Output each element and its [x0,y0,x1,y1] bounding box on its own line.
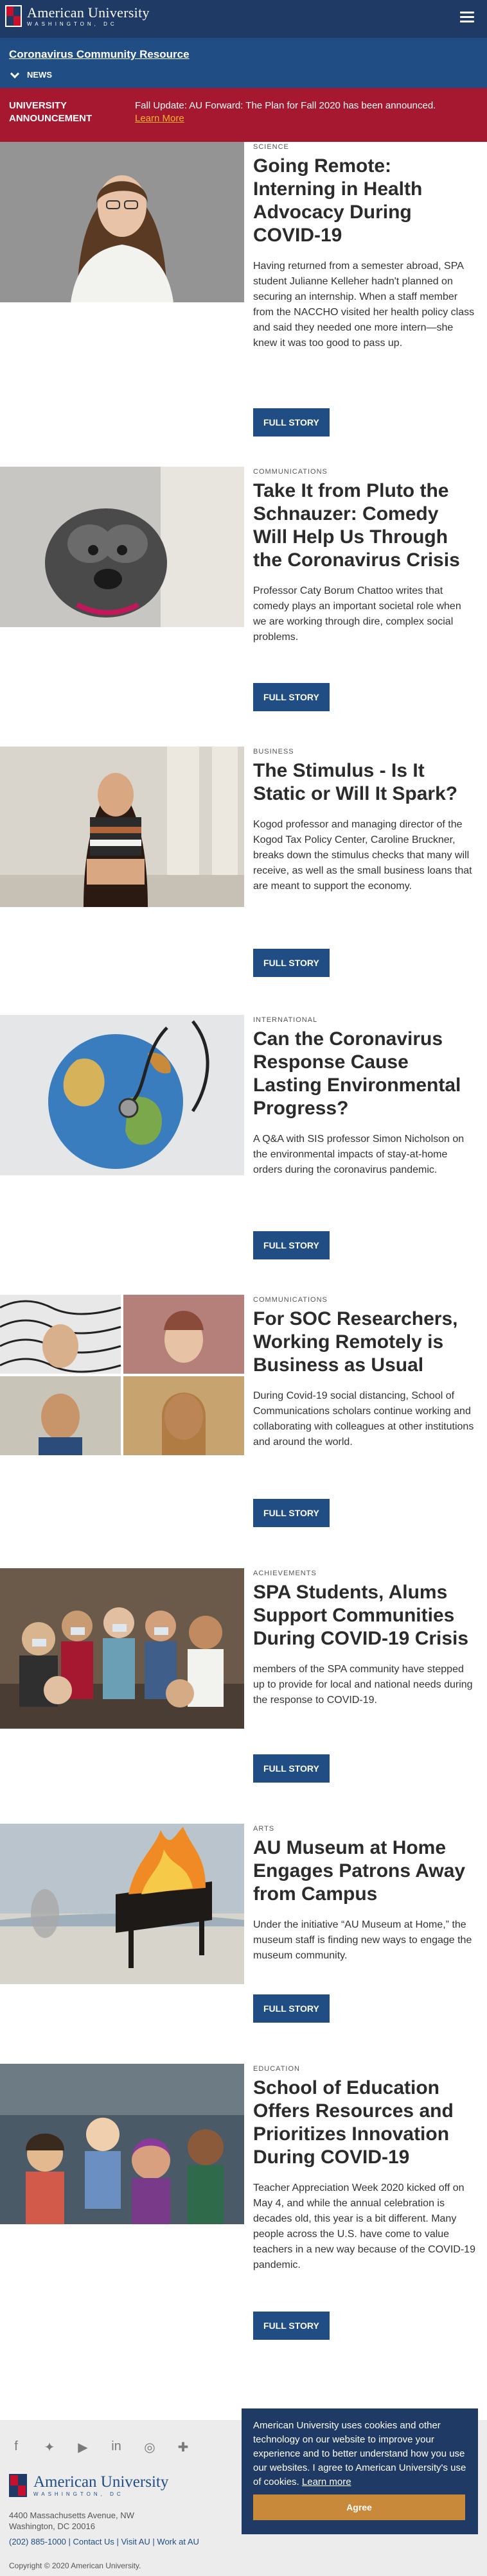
story-kicker: INTERNATIONAL [253,1016,318,1024]
story-image[interactable] [0,142,244,302]
agree-button[interactable]: Agree [253,2494,465,2520]
footer-address: 4400 Massachusetts Avenue, NW Washington… [9,2510,134,2532]
twitter-icon[interactable]: ✦ [42,2439,57,2455]
full-story-button[interactable]: FULL STORY [253,1754,330,1783]
announcement-label: University Announcement [9,100,93,124]
story-card: COMMUNICATIONS Take It from Pluto the Sc… [0,467,487,747]
full-story-button[interactable]: FULL STORY [253,2312,330,2340]
story-kicker: BUSINESS [253,748,294,756]
story-card: SCIENCE Going Remote: Interning in Healt… [0,142,487,467]
coronavirus-resource-link[interactable]: Coronavirus Community Resource [9,48,478,61]
social-links: f ✦ ▶ in ◎ ✚ [9,2439,209,2455]
story-summary: Professor Caty Borum Chattoo writes that… [253,585,461,643]
site-header: American University WASHINGTON, DC [0,0,487,38]
cookie-banner: American University uses cookies and oth… [242,2408,478,2534]
story-image[interactable] [0,1015,244,1175]
story-card: COMMUNICATIONS For SOC Researchers, Work… [0,1295,487,1568]
full-story-button[interactable]: FULL STORY [253,949,330,977]
cookie-text: American University uses cookies and oth… [253,2420,466,2487]
full-story-button[interactable]: FULL STORY [253,408,330,437]
address-line-2: Washington, DC 20016 [9,2521,95,2531]
story-summary: Teacher Appreciation Week 2020 kicked of… [253,2183,475,2270]
story-kicker: COMMUNICATIONS [253,468,328,476]
contact-us-link[interactable]: Contact Us [73,2537,114,2546]
au-shield-icon [5,5,22,27]
address-line-1: 4400 Massachusetts Avenue, NW [9,2511,134,2520]
full-story-button[interactable]: FULL STORY [253,1994,330,2023]
story-image[interactable] [0,2064,244,2224]
story-headline[interactable]: SPA Students, Alums Support Communities … [253,1581,475,1650]
footer-links: (202) 885-1000 | Contact Us | Visit AU |… [9,2537,199,2546]
story-headline[interactable]: For SOC Researchers, Working Remotely is… [253,1308,475,1377]
story-image[interactable] [0,1824,244,1984]
story-kicker: ACHIEVEMENTS [253,1569,317,1577]
instagram-icon[interactable]: ◎ [143,2439,157,2455]
story-kicker: SCIENCE [253,143,289,151]
announcement-banner: University Announcement Fall Update: AU … [0,88,487,142]
story-headline[interactable]: Take It from Pluto the Schnauzer: Comedy… [253,480,475,572]
chevron-down-icon [10,69,20,78]
copyright: Copyright © 2020 American University. [9,2561,141,2570]
story-image[interactable] [0,1568,244,1729]
story-image[interactable] [0,747,244,907]
youtube-icon[interactable]: ▶ [76,2439,90,2455]
story-kicker: EDUCATION [253,2065,300,2073]
story-card: INTERNATIONAL Can the Coronavirus Respon… [0,1015,487,1295]
facebook-icon[interactable]: f [9,2439,23,2455]
story-card: ARTS AU Museum at Home Engages Patrons A… [0,1824,487,2064]
separator: | [68,2537,71,2546]
story-kicker: COMMUNICATIONS [253,1296,328,1304]
story-summary: Under the initiative “AU Museum at Home,… [253,1919,472,1961]
separator: | [116,2537,119,2546]
logo-name: American University [27,4,150,21]
story-card: EDUCATION School of Education Offers Res… [0,2064,487,2340]
announcement-text: Fall Update: AU Forward: The Plan for Fa… [135,100,436,111]
section-subnav: Coronavirus Community Resource NEWS [0,38,487,88]
separator: | [152,2537,155,2546]
story-headline[interactable]: The Stimulus - Is It Static or Will It S… [253,759,475,806]
story-summary: members of the SPA community have steppe… [253,1664,473,1706]
phone-link[interactable]: (202) 885-1000 [9,2537,66,2546]
footer-logo[interactable]: American University WASHINGTON, DC [9,2474,168,2497]
story-card: BUSINESS The Stimulus - Is It Static or … [0,747,487,1015]
footer-logo-name: American University [33,2473,169,2491]
work-at-au-link[interactable]: Work at AU [157,2537,199,2546]
logo-city: WASHINGTON, DC [27,21,118,27]
visit-au-link[interactable]: Visit AU [121,2537,150,2546]
story-image[interactable] [0,467,244,627]
story-headline[interactable]: Going Remote: Interning in Health Advoca… [253,155,475,247]
story-card: ACHIEVEMENTS SPA Students, Alums Support… [0,1568,487,1824]
footer-logo-city: WASHINGTON, DC [33,2491,124,2497]
story-headline[interactable]: AU Museum at Home Engages Patrons Away f… [253,1837,475,1906]
full-story-button[interactable]: FULL STORY [253,1231,330,1259]
story-headline[interactable]: Can the Coronavirus Response Cause Lasti… [253,1028,475,1120]
story-summary: Kogod professor and managing director of… [253,819,472,892]
story-summary: During Covid-19 social distancing, Schoo… [253,1390,474,1448]
story-headline[interactable]: School of Education Offers Resources and… [253,2077,475,2169]
linkedin-icon[interactable]: in [109,2439,123,2455]
story-summary: A Q&A with SIS professor Simon Nicholson… [253,1134,465,1175]
news-label: NEWS [27,70,52,80]
story-image[interactable] [0,1295,244,1455]
story-kicker: ARTS [253,1825,275,1833]
hamburger-menu-icon[interactable] [460,12,474,23]
full-story-button[interactable]: FULL STORY [253,1499,330,1527]
au-shield-icon [9,2474,27,2497]
au-logo[interactable]: American University WASHINGTON, DC [5,5,150,27]
cookie-learn-more-link[interactable]: Learn more [302,2477,351,2487]
news-dropdown[interactable]: NEWS [9,69,478,80]
story-summary: Having returned from a semester abroad, … [253,261,475,349]
learn-more-link[interactable]: Learn More [135,112,436,125]
social-icon[interactable]: ✚ [176,2439,190,2455]
full-story-button[interactable]: FULL STORY [253,683,330,711]
